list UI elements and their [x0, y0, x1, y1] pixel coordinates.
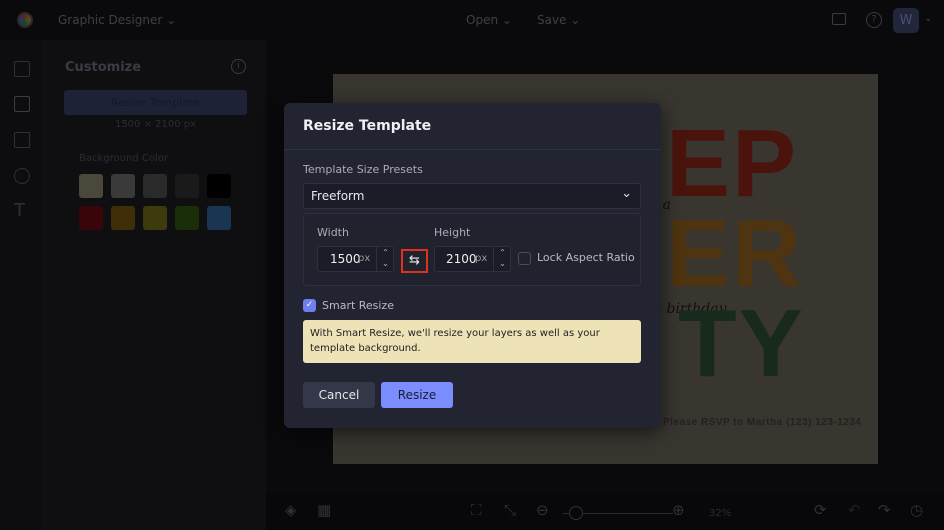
- app-logo[interactable]: [17, 12, 33, 28]
- swap-dimensions-button[interactable]: ⇆: [401, 249, 428, 273]
- sliders-icon[interactable]: [14, 96, 30, 112]
- zoom-in-icon[interactable]: ⊕: [672, 501, 685, 519]
- color-swatch[interactable]: [143, 174, 167, 198]
- divider: [284, 149, 661, 150]
- comment-icon[interactable]: [832, 13, 846, 25]
- lock-aspect-checkbox[interactable]: [518, 252, 531, 265]
- chevron-down-icon: ⌄: [570, 13, 581, 27]
- save-label: Save: [537, 13, 567, 27]
- top-bar: Graphic Designer ⌄ Open ⌄ Save ⌄ ? W ⌄: [0, 0, 944, 40]
- shrink-icon[interactable]: ⤡: [504, 501, 516, 519]
- preset-value: Freeform: [311, 189, 365, 203]
- rsvp-text[interactable]: Please RSVP to Martha (123) 123-1234: [663, 417, 861, 428]
- color-swatch[interactable]: [175, 174, 199, 198]
- customize-panel: Customize i Resize Template 1500 × 2100 …: [44, 40, 266, 530]
- chevron-down-icon: ⌄: [166, 13, 177, 27]
- color-swatch[interactable]: [143, 206, 167, 230]
- layers-icon[interactable]: ◈: [285, 501, 297, 519]
- undo-icon[interactable]: ↶: [848, 501, 861, 519]
- height-value: 2100: [446, 252, 477, 266]
- history-icon[interactable]: ◷: [910, 501, 923, 519]
- zoom-out-icon[interactable]: ⊖: [536, 501, 549, 519]
- color-swatch[interactable]: [207, 174, 231, 198]
- panel-title: Customize: [65, 60, 142, 75]
- color-swatch[interactable]: [79, 206, 103, 230]
- width-stepper[interactable]: ⌃ ⌄: [376, 247, 394, 271]
- color-swatch[interactable]: [111, 206, 135, 230]
- open-menu[interactable]: Open ⌄: [466, 13, 512, 27]
- redo-icon[interactable]: ↷: [878, 501, 891, 519]
- layout-icon[interactable]: [14, 132, 30, 148]
- zoom-slider-thumb[interactable]: [568, 506, 583, 520]
- open-label: Open: [466, 13, 499, 27]
- sync-icon[interactable]: ⟳: [814, 501, 827, 519]
- width-input[interactable]: 1500 px ⌃ ⌄: [317, 246, 394, 272]
- width-unit: px: [358, 253, 371, 264]
- swap-icon: ⇆: [409, 253, 420, 268]
- lock-aspect-label[interactable]: Lock Aspect Ratio: [537, 251, 635, 264]
- color-swatch[interactable]: [207, 206, 231, 230]
- resize-button[interactable]: Resize: [381, 382, 453, 408]
- height-input[interactable]: 2100 px ⌃ ⌄: [434, 246, 511, 272]
- height-unit: px: [475, 253, 488, 264]
- chevron-down-icon: ⌄: [501, 13, 512, 27]
- height-label: Height: [434, 226, 471, 239]
- checkmark-icon: ✓: [305, 300, 314, 310]
- cancel-button[interactable]: Cancel: [303, 382, 375, 408]
- color-swatch[interactable]: [175, 206, 199, 230]
- resize-template-dialog: Resize Template Template Size Presets Fr…: [284, 103, 661, 428]
- zoom-level: 32%: [709, 508, 732, 519]
- shapes-icon[interactable]: [14, 168, 30, 184]
- app-title-dropdown[interactable]: Graphic Designer ⌄: [58, 13, 176, 27]
- avatar[interactable]: W: [893, 8, 919, 33]
- grid-icon[interactable]: ▦: [317, 501, 331, 519]
- width-value: 1500: [330, 252, 361, 266]
- smart-resize-info: With Smart Resize, we'll resize your lay…: [303, 320, 641, 363]
- smart-resize-label[interactable]: Smart Resize: [322, 299, 394, 312]
- tool-rail: T: [0, 40, 44, 530]
- headline-line-3[interactable]: TY: [678, 289, 805, 399]
- fit-screen-icon[interactable]: ⛶: [471, 501, 482, 519]
- background-color-label: Background Color: [79, 153, 168, 164]
- height-stepper[interactable]: ⌃ ⌄: [493, 247, 511, 271]
- app-title: Graphic Designer: [58, 13, 163, 27]
- resize-template-button[interactable]: Resize Template: [64, 90, 247, 115]
- dialog-title: Resize Template: [303, 118, 432, 134]
- save-menu[interactable]: Save ⌄: [537, 13, 580, 27]
- smart-resize-checkbox[interactable]: ✓: [303, 299, 316, 312]
- preset-select[interactable]: Freeform ⌄: [303, 183, 641, 209]
- bottom-toolbar: ◈ ▦ ⛶ ⤡ ⊖ ⊕ 32% ⟳ ↶ ↷ ◷: [266, 493, 944, 530]
- chevron-down-icon[interactable]: ⌄: [924, 13, 932, 24]
- template-dimensions: 1500 × 2100 px: [114, 119, 197, 130]
- help-icon[interactable]: ?: [866, 12, 882, 28]
- width-label: Width: [317, 226, 349, 239]
- color-swatch[interactable]: [79, 174, 103, 198]
- color-swatch[interactable]: [111, 174, 135, 198]
- text-icon[interactable]: T: [14, 200, 25, 221]
- image-icon[interactable]: [14, 61, 30, 77]
- presets-label: Template Size Presets: [303, 163, 423, 176]
- info-icon[interactable]: i: [231, 59, 246, 74]
- chevron-down-icon: ⌄: [621, 186, 632, 201]
